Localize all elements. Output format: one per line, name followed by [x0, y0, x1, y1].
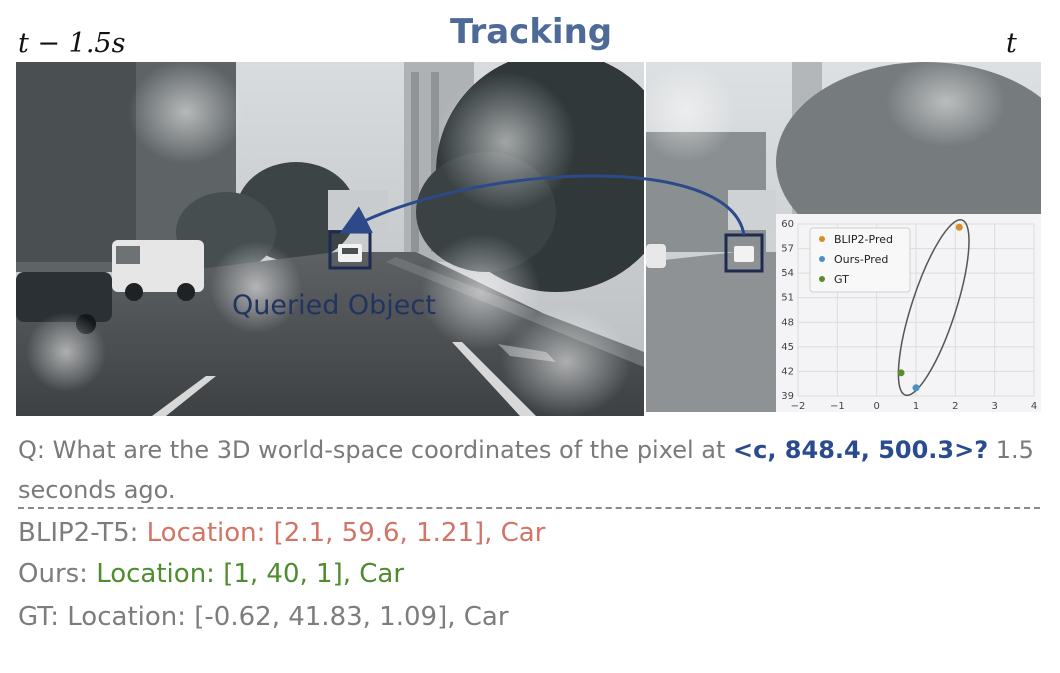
legend-label: GT — [834, 273, 849, 286]
answer-gt: GT: Location: [-0.62, 41.83, 1.09], Car — [18, 602, 509, 632]
question-text: Q: What are the 3D world-space coordinat… — [18, 430, 1038, 510]
data-point-ours-pred — [912, 384, 920, 392]
x-tick-label: 1 — [913, 401, 919, 412]
answer-ours-value: Location: [1, 40, 1], Car — [96, 559, 405, 589]
y-tick-label: 60 — [781, 219, 794, 230]
question-prefix: Q: What are the 3D world-space coordinat… — [18, 436, 733, 464]
answer-ours: Ours: Location: [1, 40, 1], Car — [18, 559, 404, 589]
pixel-coordinate-highlight: <c, 848.4, 500.3>? — [733, 436, 989, 464]
answer-gt-value: Location: [-0.62, 41.83, 1.09], Car — [67, 602, 509, 632]
location-scatter-plot: 60 57 54 51 48 45 42 39 −2 −1 0 1 2 3 4 BLIP2-Pred Ours-… — [776, 214, 1041, 412]
answer-blip2-value: Location: [2.1, 59.6, 1.21], Car — [146, 518, 546, 548]
x-tick-label: −2 — [791, 401, 806, 412]
scatter-plot-svg: 6057545148454239−2 −1 0 1 2 3 4BLIP2-PredOurs-… — [781, 219, 1037, 412]
legend-marker — [819, 236, 825, 242]
legend-marker — [819, 256, 825, 262]
x-tick-label: 3 — [991, 401, 997, 412]
x-tick-label: 0 — [873, 401, 879, 412]
y-tick-label: 45 — [781, 342, 794, 353]
legend-label: BLIP2-Pred — [834, 233, 893, 246]
data-point-gt — [897, 369, 905, 377]
y-tick-label: 54 — [781, 268, 794, 279]
y-tick-label: 48 — [781, 317, 794, 328]
answer-ours-label: Ours: — [18, 559, 97, 589]
y-tick-label: 57 — [781, 244, 794, 255]
x-tick-label: 4 — [1031, 401, 1037, 412]
answer-blip2-label: BLIP2-T5: — [18, 518, 147, 548]
dashed-divider — [18, 507, 1040, 509]
queried-object-label: Queried Object — [232, 290, 436, 321]
legend-label: Ours-Pred — [834, 253, 888, 266]
answer-blip2: BLIP2-T5: Location: [2.1, 59.6, 1.21], C… — [18, 518, 545, 548]
data-point-blip2-pred — [955, 223, 963, 231]
y-tick-label: 42 — [781, 366, 794, 377]
y-tick-label: 51 — [781, 293, 794, 304]
x-tick-label: −1 — [830, 401, 845, 412]
legend-marker — [819, 276, 825, 282]
answer-gt-label: GT: — [18, 602, 68, 632]
x-tick-label: 2 — [952, 401, 958, 412]
